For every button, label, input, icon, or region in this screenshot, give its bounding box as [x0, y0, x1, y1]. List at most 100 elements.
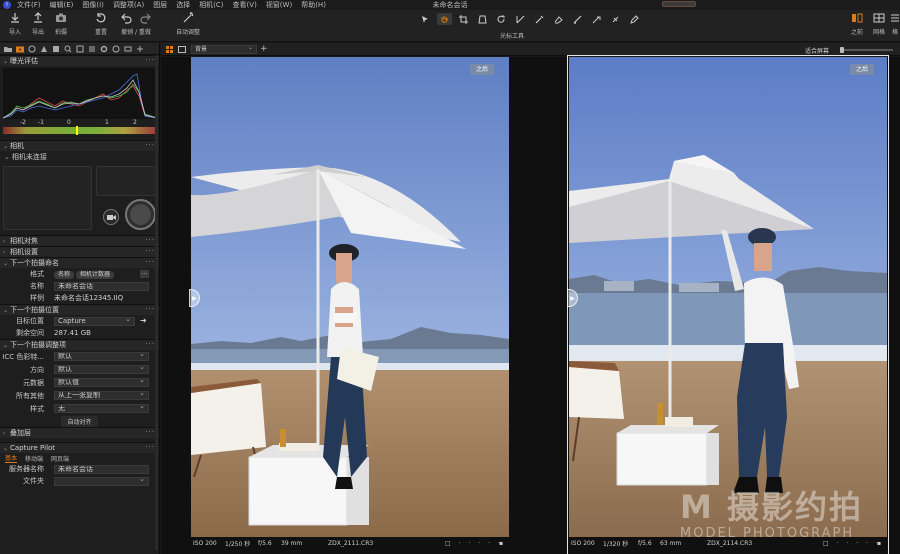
format-token[interactable]: 相机计数器	[76, 270, 115, 279]
tab-more[interactable]	[135, 45, 144, 53]
tab-settings[interactable]	[99, 45, 108, 53]
before-after-button[interactable]: 之前	[846, 12, 868, 36]
reset-button[interactable]: 重置	[95, 12, 107, 36]
tab-mobile[interactable]: 移动端	[25, 454, 43, 463]
add-layer-icon[interactable]: +	[260, 44, 268, 54]
section-menu-icon[interactable]: ···	[145, 56, 155, 64]
menu-layers[interactable]: 图层	[153, 0, 167, 10]
tab-output[interactable]	[111, 45, 120, 53]
name-field[interactable]: 未命名会话	[54, 281, 149, 291]
format-token[interactable]: 名称	[54, 270, 75, 279]
camera-status-row[interactable]: ⌄ 相机未连接	[0, 151, 159, 163]
metadata-select[interactable]: 默认值	[54, 378, 149, 387]
camera-header[interactable]: ⌄ 相机 ···	[0, 140, 159, 151]
menu-view[interactable]: 查看(V)	[233, 0, 257, 10]
camera-focus-header[interactable]: › 相机对焦 ···	[0, 235, 159, 246]
export-button[interactable]: 导出	[32, 12, 44, 36]
rating-stars[interactable]: □ · · · · ·	[823, 540, 881, 547]
shoot-button[interactable]: 拍摄	[55, 12, 67, 36]
menu-image[interactable]: 图像(I)	[82, 0, 104, 10]
tab-web[interactable]: 网页端	[51, 454, 69, 463]
section-menu-icon[interactable]: ···	[145, 236, 155, 244]
auto-adjust-button[interactable]: 自动调整	[176, 12, 200, 36]
tab-lens[interactable]	[27, 45, 36, 53]
shutter-button[interactable]	[125, 199, 156, 230]
menu-select[interactable]: 选择	[176, 0, 190, 10]
capture-pilot-header[interactable]: ⌄ Capture Pilot ···	[0, 442, 159, 453]
grid-button[interactable]: 网格	[868, 12, 890, 36]
zoom-fit-label[interactable]: 适合屏幕	[805, 46, 829, 55]
pan-cursor-tool[interactable]	[437, 13, 452, 25]
clone-cursor-tool[interactable]	[608, 13, 623, 25]
live-view-button[interactable]	[103, 209, 119, 225]
undo-redo-button[interactable]: 撤销 / 重做	[118, 12, 154, 36]
viewer-pane-right[interactable]: 之后 ▶ ISO 200 1/320 秒 f/5.6 63 mm ZDX_211…	[567, 55, 889, 554]
server-name-field[interactable]: 未命名会话	[54, 464, 149, 474]
rotate-cursor-tool[interactable]	[494, 13, 509, 25]
arrow-right-icon[interactable]: ➜	[140, 316, 147, 325]
destination-select[interactable]: Capture	[54, 316, 135, 326]
section-menu-icon[interactable]: ···	[145, 340, 155, 348]
section-menu-icon[interactable]: ···	[145, 258, 155, 266]
straighten-cursor-tool[interactable]	[513, 13, 528, 25]
photo-right[interactable]	[569, 57, 887, 537]
grid-view-icon[interactable]	[166, 46, 174, 53]
tab-exposure[interactable]	[51, 45, 60, 53]
menu-edit[interactable]: 编辑(E)	[50, 0, 74, 10]
section-menu-icon[interactable]: ···	[145, 247, 155, 255]
icc-select[interactable]: 默认	[54, 352, 149, 361]
section-menu-icon[interactable]: ···	[145, 443, 155, 451]
mask-cursor-tool[interactable]	[551, 13, 566, 25]
next-capture-naming-header[interactable]: ⌄ 下一个拍摄命名 ···	[0, 257, 159, 268]
heal-cursor-tool[interactable]	[589, 13, 604, 25]
section-menu-icon[interactable]: ···	[145, 141, 155, 149]
select-cursor-tool[interactable]	[418, 13, 433, 25]
auto-align-button[interactable]: 自动对齐	[61, 415, 98, 427]
tab-library[interactable]	[3, 45, 12, 53]
tab-color[interactable]	[39, 45, 48, 53]
other-select[interactable]: 从上一张复制	[54, 391, 149, 400]
zoom-slider-knob[interactable]	[840, 47, 844, 53]
menu-help[interactable]: 帮助(H)	[301, 0, 326, 10]
menu-adjustments[interactable]: 调整项(A)	[113, 0, 144, 10]
section-menu-icon[interactable]: ···	[145, 428, 155, 436]
viewer-pane-left[interactable]: 之后 ▶ ISO 200 1/250 秒 f/5.6 39 mm ZDX_211…	[189, 57, 509, 554]
tab-capture[interactable]	[15, 45, 24, 53]
redo-icon[interactable]	[140, 12, 152, 24]
color-tag-icon[interactable]: ▪	[877, 540, 881, 547]
orientation-select[interactable]: 默认	[54, 365, 149, 374]
menu-camera[interactable]: 相机(C)	[199, 0, 223, 10]
keystone-cursor-tool[interactable]	[475, 13, 490, 25]
camera-settings-header[interactable]: › 相机设置 ···	[0, 246, 159, 257]
undo-icon[interactable]	[120, 12, 132, 24]
color-tag-icon[interactable]: ▪	[499, 540, 503, 547]
format-edit-button[interactable]: …	[140, 270, 149, 278]
rating-stars[interactable]: □ · · · · ·	[445, 540, 503, 547]
more-button[interactable]: 格	[890, 12, 900, 36]
tab-adjustments[interactable]	[87, 45, 96, 53]
section-menu-icon[interactable]: ···	[145, 305, 155, 313]
menu-window[interactable]: 视窗(W)	[266, 0, 292, 10]
photo-left[interactable]	[191, 57, 509, 537]
menu-file[interactable]: 文件(F)	[17, 0, 41, 10]
layer-select[interactable]: 背景	[191, 44, 257, 54]
tab-metadata[interactable]	[75, 45, 84, 53]
picker-cursor-tool[interactable]	[532, 13, 547, 25]
single-view-icon[interactable]	[178, 46, 186, 53]
import-button[interactable]: 导入	[9, 12, 21, 36]
brush-cursor-tool[interactable]	[570, 13, 585, 25]
style-select[interactable]: 无	[54, 404, 149, 413]
tab-basic[interactable]: 基本	[5, 453, 18, 463]
format-tokens[interactable]: 名称 相机计数器	[54, 270, 116, 279]
next-capture-location-header[interactable]: ⌄ 下一个拍摄位置 ···	[0, 304, 159, 315]
next-capture-adjustments-header[interactable]: ⌄ 下一个拍摄调整项 ···	[0, 339, 159, 350]
tab-details[interactable]	[63, 45, 72, 53]
exposure-evaluation-header[interactable]: ⌄ 曝光评估 ···	[0, 55, 159, 66]
overlay-header[interactable]: › 叠加层 ···	[0, 427, 159, 438]
folder-select[interactable]	[54, 476, 149, 486]
tab-batch[interactable]	[123, 45, 132, 53]
annotate-cursor-tool[interactable]	[627, 13, 642, 25]
zoom-slider[interactable]	[840, 47, 893, 53]
crop-cursor-tool[interactable]	[456, 13, 471, 25]
panel-scrollbar[interactable]	[155, 55, 158, 550]
